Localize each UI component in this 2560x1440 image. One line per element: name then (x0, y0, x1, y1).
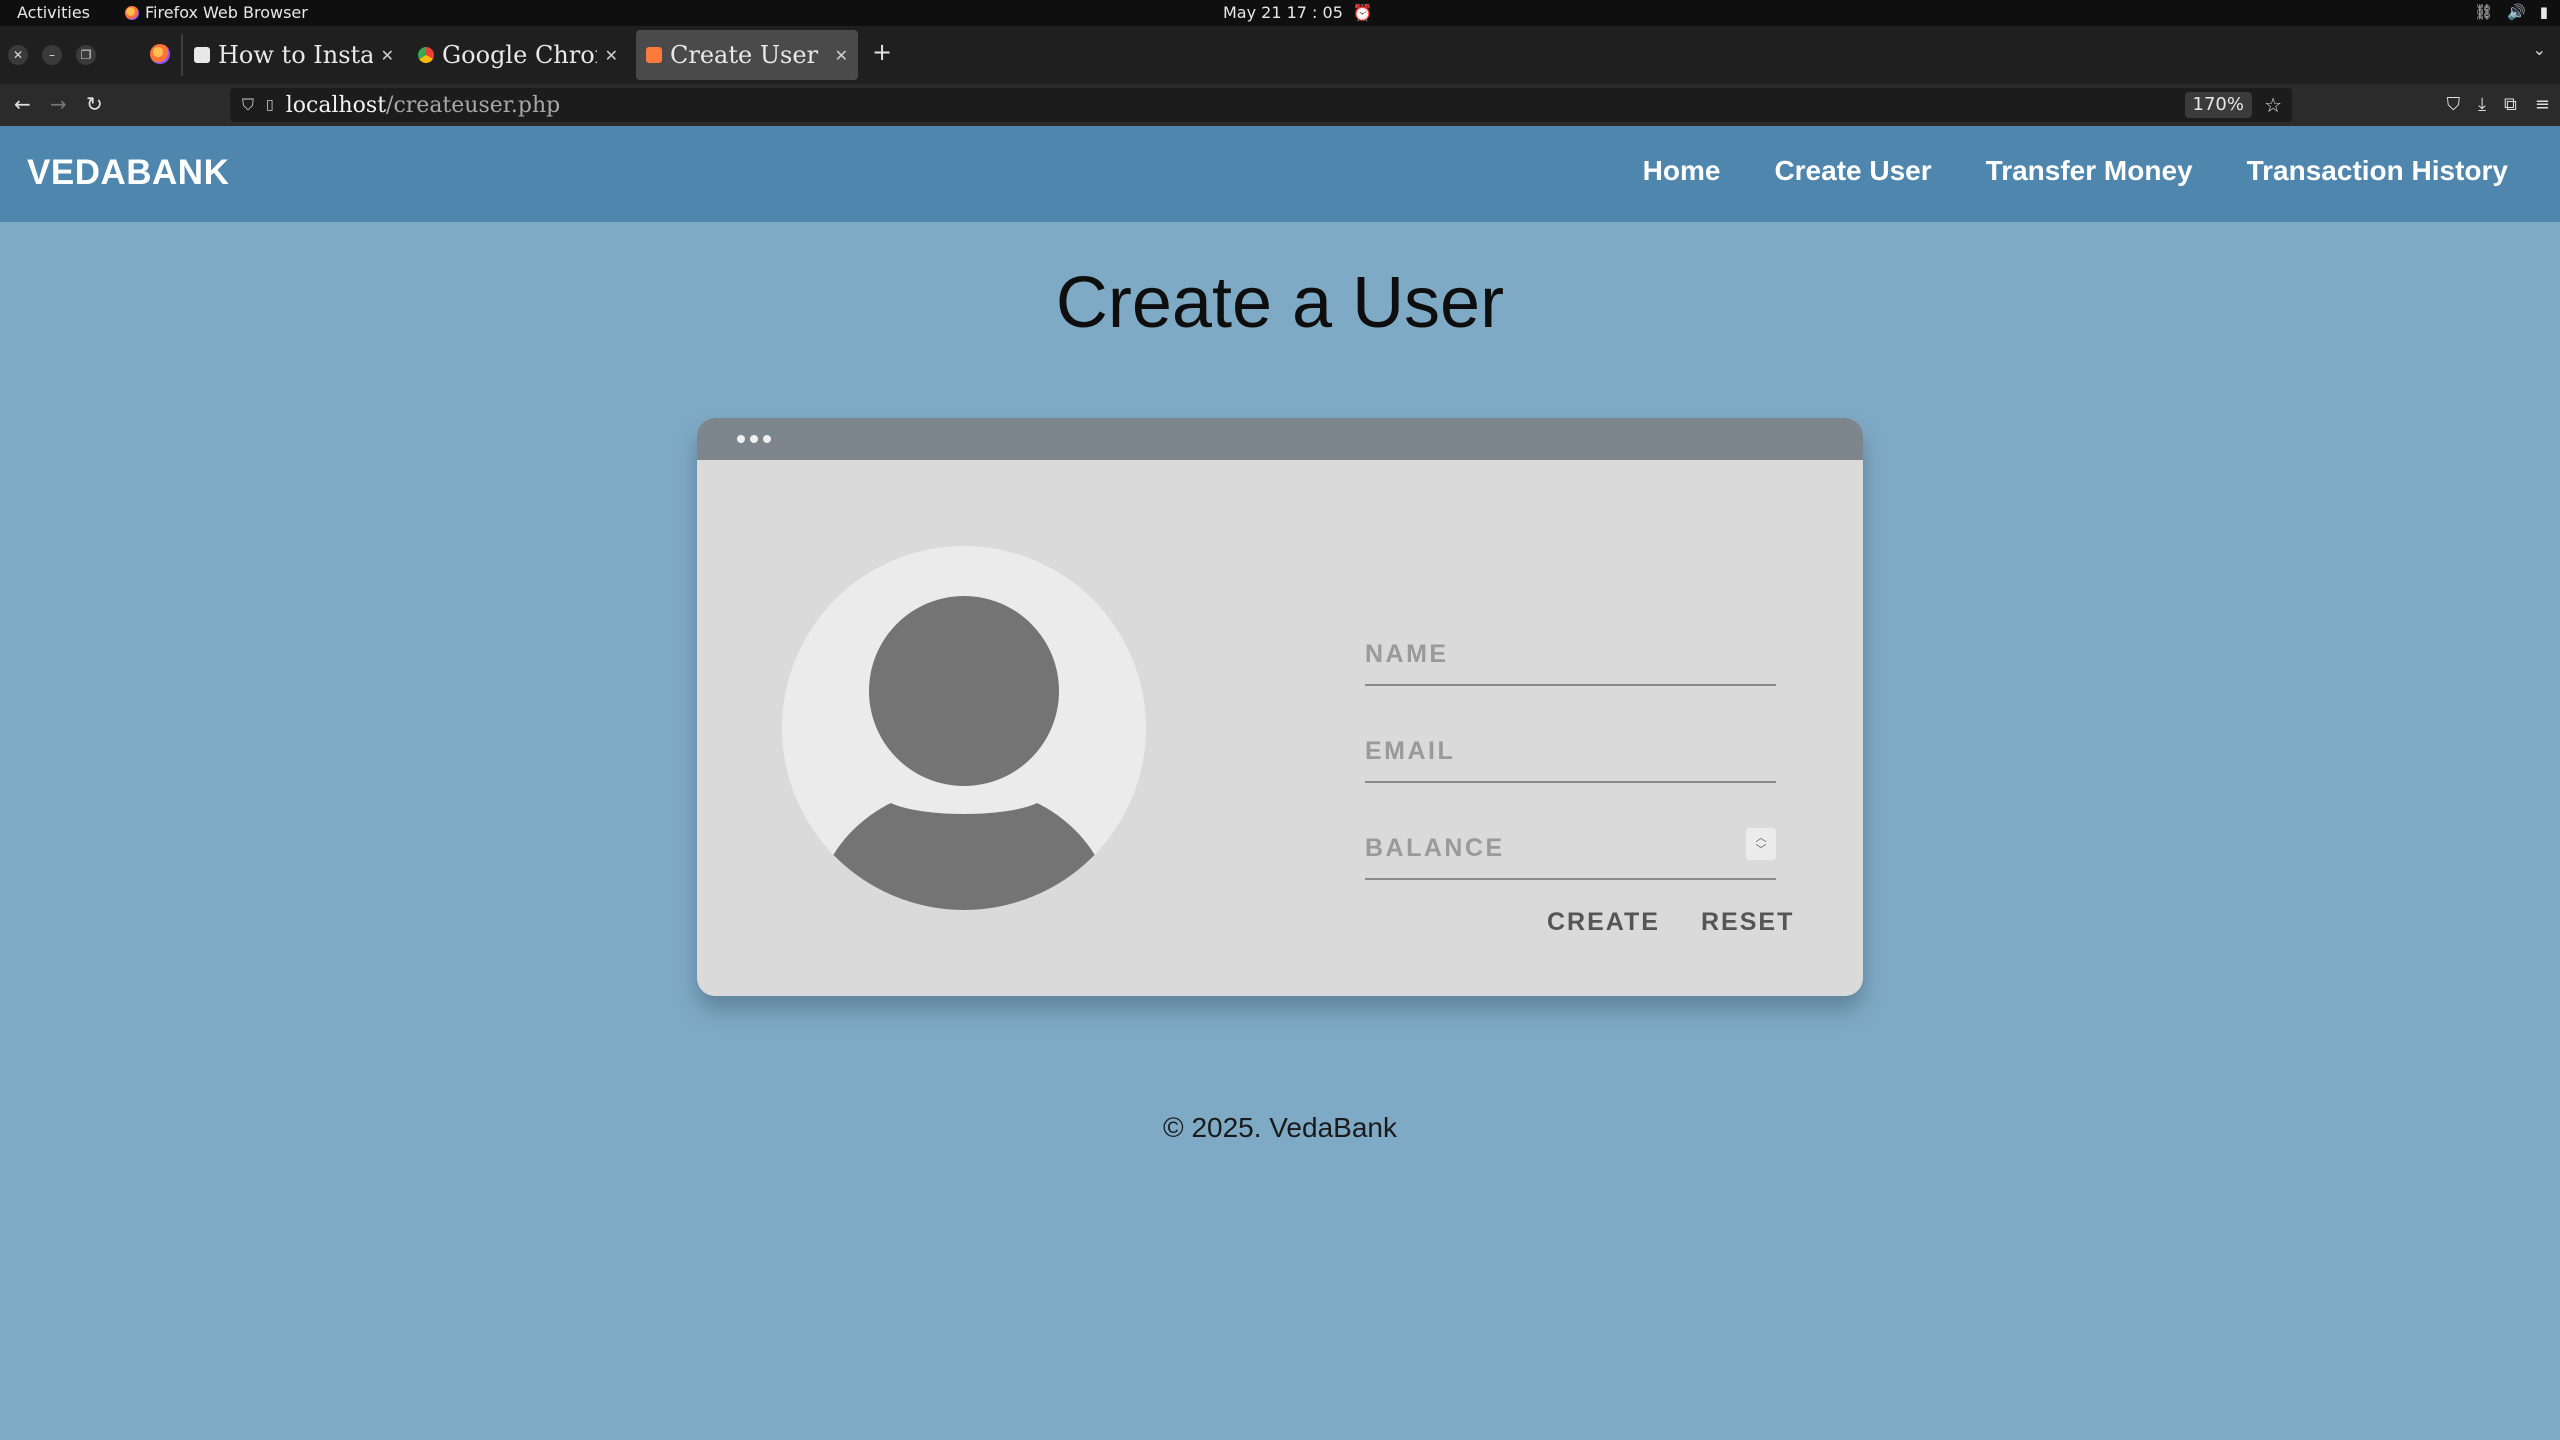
zoom-level[interactable]: 170% (2184, 92, 2252, 118)
bookmark-star-icon[interactable]: ☆ (2264, 93, 2282, 117)
site-favicon-icon (646, 47, 662, 63)
mail-favicon-icon (194, 47, 210, 63)
tab-label: Create User (670, 41, 819, 69)
clock-text: May 21 17 : 05 (1223, 3, 1343, 22)
system-tray[interactable]: ⛓ 🔊 ▮ (2474, 3, 2548, 21)
balance-input[interactable] (1365, 830, 1705, 866)
firefox-view-icon[interactable] (150, 44, 170, 64)
brand-logo[interactable]: VEDABANK (27, 153, 229, 193)
window-restore-icon[interactable]: ❐ (76, 45, 96, 65)
clock[interactable]: May 21 17 : 05 ⏰ (1223, 3, 1373, 22)
tab-close-icon[interactable]: ✕ (381, 46, 394, 65)
system-top-bar: Activities Firefox Web Browser May 21 17… (0, 0, 2560, 26)
create-user-card: ︿ ﹀ CREATE RESET (697, 418, 1863, 996)
chrome-favicon-icon (418, 47, 434, 63)
site-header: VEDABANK Home Create User Transfer Money… (0, 126, 2560, 222)
forward-icon[interactable]: → (50, 92, 67, 116)
tab-label: Google Chrome (442, 41, 597, 69)
pocket-icon[interactable]: ⛉ (2447, 94, 2461, 115)
volume-icon: 🔊 (2507, 3, 2526, 21)
card-title-bar (697, 418, 1863, 460)
window-minimize-icon[interactable]: – (42, 45, 62, 65)
window-dots-icon (737, 435, 771, 443)
page-title: Create a User (1055, 263, 1505, 343)
tab-how-to-install[interactable]: How to Install Chrome ✕ (184, 30, 404, 80)
tab-google-chrome[interactable]: Google Chrome ✕ (408, 30, 628, 80)
download-icon[interactable]: ⤓ (2478, 94, 2486, 115)
app-menu[interactable]: Firefox Web Browser (125, 3, 308, 22)
extensions-icon[interactable]: ⧉ (2504, 94, 2517, 115)
create-button[interactable]: CREATE (1547, 908, 1660, 937)
chevron-down-icon[interactable]: ﹀ (1756, 844, 1767, 856)
alarm-icon: ⏰ (1352, 3, 1373, 22)
chevron-down-icon[interactable]: ⌄ (2533, 40, 2546, 59)
balance-field: ︿ ﹀ (1365, 810, 1776, 880)
tab-label: How to Install Chrome (218, 41, 373, 69)
tab-close-icon[interactable]: ✕ (835, 46, 848, 65)
battery-icon: ▮ (2539, 3, 2548, 21)
shield-icon[interactable]: ⛉ (242, 95, 254, 115)
menu-icon[interactable]: ≡ (2535, 94, 2550, 115)
avatar-icon (782, 546, 1146, 910)
tab-create-user[interactable]: Create User ✕ (636, 30, 858, 80)
url-path: /createuser.php (386, 92, 561, 118)
url-text[interactable]: localhost/createuser.php (286, 93, 560, 118)
name-field (1365, 616, 1776, 686)
activities-button[interactable]: Activities (17, 3, 90, 22)
email-field (1365, 713, 1776, 783)
tab-close-icon[interactable]: ✕ (605, 46, 618, 65)
nav-home[interactable]: Home (1643, 155, 1721, 187)
toolbar-icons: ⛉ ⤓ ⧉ ≡ (2447, 94, 2550, 115)
page-icon[interactable]: ▯ (266, 97, 274, 113)
back-icon[interactable]: ← (14, 92, 31, 116)
email-input[interactable] (1365, 733, 1705, 769)
tab-separator (181, 34, 183, 76)
footer-copyright: © 2025. VedaBank (1163, 1112, 1397, 1143)
firefox-icon (125, 5, 139, 20)
url-bar[interactable]: ⛉ ▯ localhost/createuser.php 170% ☆ (230, 88, 2292, 122)
window-close-icon[interactable]: ✕ (8, 45, 28, 65)
balance-spinner[interactable]: ︿ ﹀ (1746, 828, 1776, 860)
reset-button[interactable]: RESET (1701, 908, 1794, 937)
url-host: localhost (285, 92, 387, 118)
nav-transaction-history[interactable]: Transaction History (2247, 155, 2508, 187)
new-tab-icon[interactable]: + (872, 38, 892, 66)
network-icon: ⛓ (2474, 3, 2494, 21)
navigation-toolbar: ← → ↻ ⛉ ▯ localhost/createuser.php 170% … (0, 84, 2560, 126)
site-nav: Home Create User Transfer Money Transact… (1643, 155, 2508, 187)
nav-create-user[interactable]: Create User (1774, 155, 1931, 187)
name-input[interactable] (1365, 636, 1705, 672)
tab-strip: ✕ – ❐ How to Install Chrome ✕ Google Chr… (0, 26, 2560, 84)
app-name: Firefox Web Browser (145, 3, 308, 22)
reload-icon[interactable]: ↻ (86, 92, 103, 116)
nav-transfer-money[interactable]: Transfer Money (1986, 155, 2193, 187)
